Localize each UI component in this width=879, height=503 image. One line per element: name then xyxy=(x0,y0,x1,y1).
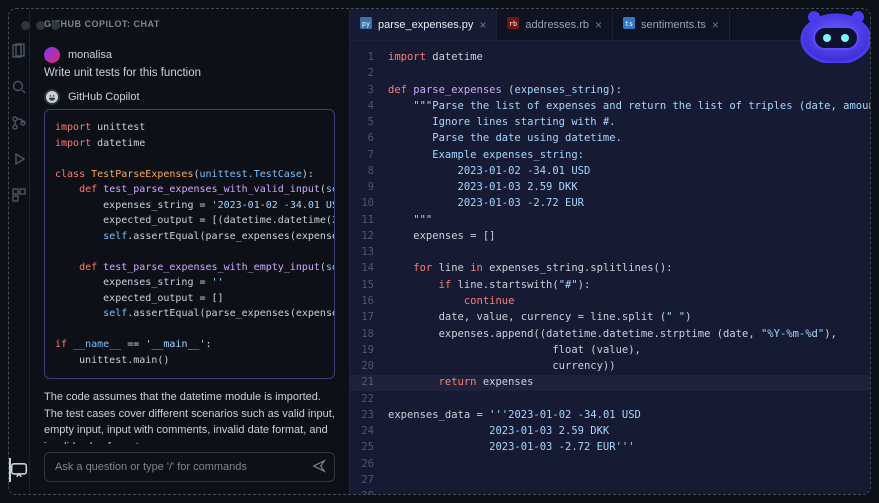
copilot-mascot-icon xyxy=(792,8,871,63)
file-icon: rb xyxy=(507,17,519,32)
close-icon[interactable]: × xyxy=(595,19,602,31)
activity-git-icon[interactable] xyxy=(9,113,29,133)
activity-extensions-icon[interactable] xyxy=(9,185,29,205)
window-controls[interactable] xyxy=(21,21,60,30)
activity-files-icon[interactable] xyxy=(9,41,29,61)
chat-panel: GITHUB COPILOT: CHAT monalisa Write unit… xyxy=(30,9,350,494)
window-dot-max-icon[interactable] xyxy=(51,21,60,30)
tab-addresses.rb[interactable]: rb addresses.rb × xyxy=(497,9,613,40)
svg-text:rb: rb xyxy=(509,20,517,28)
chat-panel-title: GITHUB COPILOT: CHAT xyxy=(30,9,349,37)
user-name: monalisa xyxy=(68,49,112,61)
user-avatar xyxy=(44,47,60,63)
close-icon[interactable]: × xyxy=(712,19,719,31)
activity-debug-icon[interactable] xyxy=(9,149,29,169)
window-dot-close-icon[interactable] xyxy=(21,21,30,30)
code-editor: py parse_expenses.py × rb addresses.rb ×… xyxy=(350,9,871,494)
activity-bar xyxy=(9,9,30,494)
file-icon: py xyxy=(360,17,372,32)
tab-sentiments.ts[interactable]: ts sentiments.ts × xyxy=(613,9,730,40)
send-icon[interactable] xyxy=(312,459,326,476)
code-area[interactable]: import datetime def parse_expenses (expe… xyxy=(382,41,871,494)
svg-text:py: py xyxy=(362,20,370,28)
tab-label: sentiments.ts xyxy=(641,19,706,31)
suggested-code-block[interactable]: import unittest import datetime class Te… xyxy=(44,109,335,379)
tab-label: parse_expenses.py xyxy=(378,19,473,31)
chat-input[interactable] xyxy=(55,461,312,473)
copilot-avatar-icon xyxy=(44,89,60,105)
user-message: Write unit tests for this function xyxy=(44,67,335,79)
editor-body[interactable]: 1 2 3 4 5 6 7 8 9 10 11 12 13 14 15 16 1… xyxy=(350,41,871,494)
activity-chat-icon[interactable] xyxy=(9,460,29,480)
close-icon[interactable]: × xyxy=(479,19,486,31)
svg-text:ts: ts xyxy=(625,20,633,28)
tab-parse_expenses.py[interactable]: py parse_expenses.py × xyxy=(350,9,497,40)
activity-search-icon[interactable] xyxy=(9,77,29,97)
line-gutter: 1 2 3 4 5 6 7 8 9 10 11 12 13 14 15 16 1… xyxy=(350,41,382,494)
file-icon: ts xyxy=(623,17,635,32)
tab-label: addresses.rb xyxy=(525,19,589,31)
window-dot-min-icon[interactable] xyxy=(36,21,45,30)
assistant-explanation: The code assumes that the datetime modul… xyxy=(44,389,335,444)
chat-input-container xyxy=(44,452,335,482)
assistant-name: GitHub Copilot xyxy=(68,91,140,103)
